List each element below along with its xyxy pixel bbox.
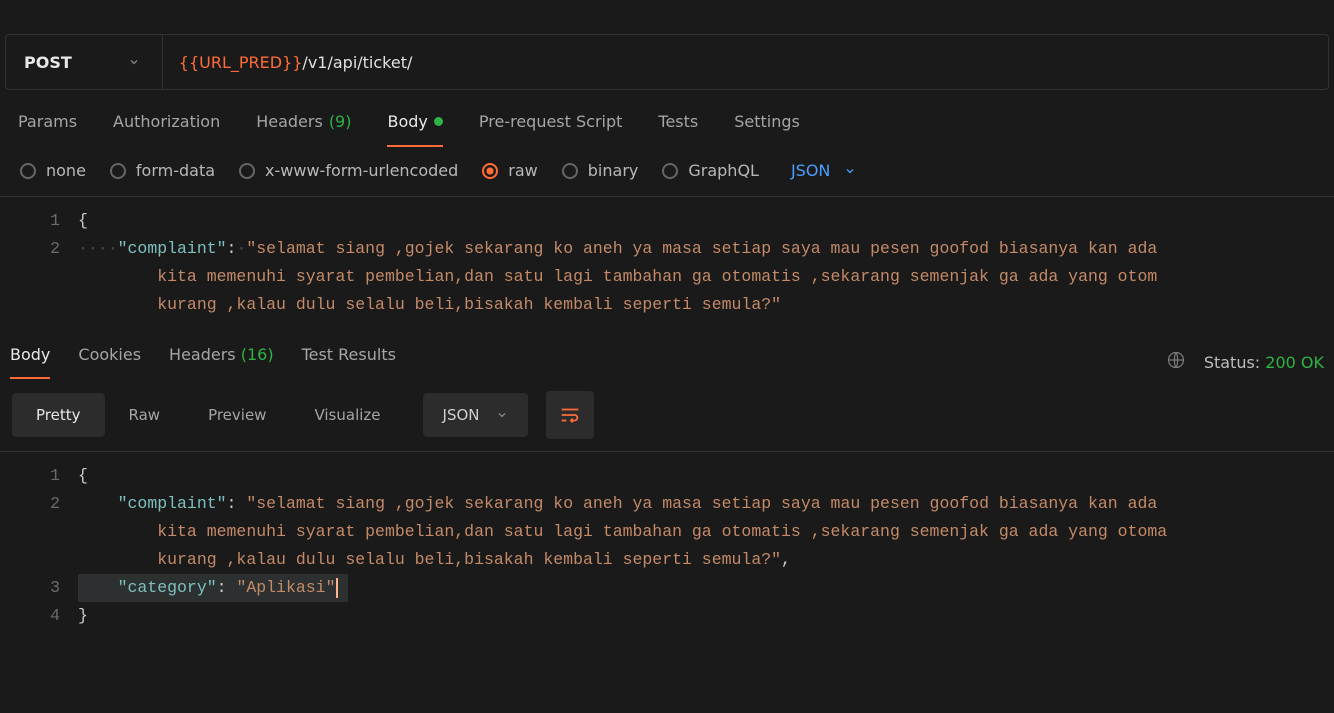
resp-tab-cookies[interactable]: Cookies xyxy=(78,345,141,379)
code-area[interactable]: { ····"complaint":·"selamat siang ,gojek… xyxy=(78,197,1167,329)
resp-tab-headers[interactable]: Headers (16) xyxy=(169,345,274,379)
code-area[interactable]: { "complaint": "selamat siang ,gojek sek… xyxy=(78,452,1167,640)
headers-count: (9) xyxy=(329,112,352,131)
radio-icon xyxy=(20,163,36,179)
body-type-binary[interactable]: binary xyxy=(562,161,639,180)
radio-icon xyxy=(562,163,578,179)
request-body-editor[interactable]: 1 2 { ····"complaint":·"selamat siang ,g… xyxy=(0,196,1334,329)
response-toolbar: Pretty Raw Preview Visualize JSON xyxy=(0,379,1334,451)
chevron-down-icon xyxy=(496,409,508,421)
status-value: 200 OK xyxy=(1265,353,1324,372)
response-format-select[interactable]: JSON xyxy=(423,393,528,437)
chevron-down-icon xyxy=(128,56,140,68)
response-tabs: Body Cookies Headers (16) Test Results S… xyxy=(0,329,1334,379)
tab-prerequest[interactable]: Pre-request Script xyxy=(479,112,623,147)
body-type-urlencoded[interactable]: x-www-form-urlencoded xyxy=(239,161,458,180)
chevron-down-icon xyxy=(844,165,856,177)
method-select[interactable]: POST xyxy=(6,35,163,89)
tab-headers[interactable]: Headers (9) xyxy=(256,112,351,147)
body-indicator-dot xyxy=(434,117,443,126)
url-variable: {{URL_PRED}} xyxy=(179,53,303,72)
raw-format-select[interactable]: JSON xyxy=(791,161,856,180)
view-raw[interactable]: Raw xyxy=(105,393,185,437)
body-type-graphql[interactable]: GraphQL xyxy=(662,161,759,180)
method-label: POST xyxy=(24,53,72,72)
wrap-lines-button[interactable] xyxy=(546,391,594,439)
url-input[interactable]: {{URL_PRED}}/v1/api/ticket/ xyxy=(163,35,1328,89)
resp-tab-testresults[interactable]: Test Results xyxy=(302,345,396,379)
radio-icon xyxy=(482,163,498,179)
view-segmented: Pretty Raw Preview Visualize xyxy=(12,393,405,437)
view-visualize[interactable]: Visualize xyxy=(290,393,404,437)
view-pretty[interactable]: Pretty xyxy=(12,393,105,437)
body-type-raw[interactable]: raw xyxy=(482,161,537,180)
radio-icon xyxy=(662,163,678,179)
text-cursor xyxy=(336,578,338,598)
body-type-none[interactable]: none xyxy=(20,161,86,180)
radio-icon xyxy=(110,163,126,179)
radio-icon xyxy=(239,163,255,179)
resp-headers-count: (16) xyxy=(241,345,274,364)
tab-tests[interactable]: Tests xyxy=(658,112,698,147)
line-gutter: 1 2 xyxy=(0,197,78,329)
request-tabs: Params Authorization Headers (9) Body Pr… xyxy=(0,90,1334,147)
tab-settings[interactable]: Settings xyxy=(734,112,800,147)
view-preview[interactable]: Preview xyxy=(184,393,290,437)
url-bar: POST {{URL_PRED}}/v1/api/ticket/ xyxy=(5,34,1329,90)
response-body-editor[interactable]: 1 2 3 4 { "complaint": "selamat siang ,g… xyxy=(0,451,1334,640)
body-type-formdata[interactable]: form-data xyxy=(110,161,215,180)
resp-tab-body[interactable]: Body xyxy=(10,345,50,379)
globe-icon[interactable] xyxy=(1166,350,1186,374)
tab-params[interactable]: Params xyxy=(18,112,77,147)
tab-authorization[interactable]: Authorization xyxy=(113,112,220,147)
body-type-row: none form-data x-www-form-urlencoded raw… xyxy=(0,147,1334,196)
tab-body[interactable]: Body xyxy=(387,112,442,147)
url-path: /v1/api/ticket/ xyxy=(302,53,412,72)
line-gutter: 1 2 3 4 xyxy=(0,452,78,640)
status-label: Status: xyxy=(1204,353,1260,372)
